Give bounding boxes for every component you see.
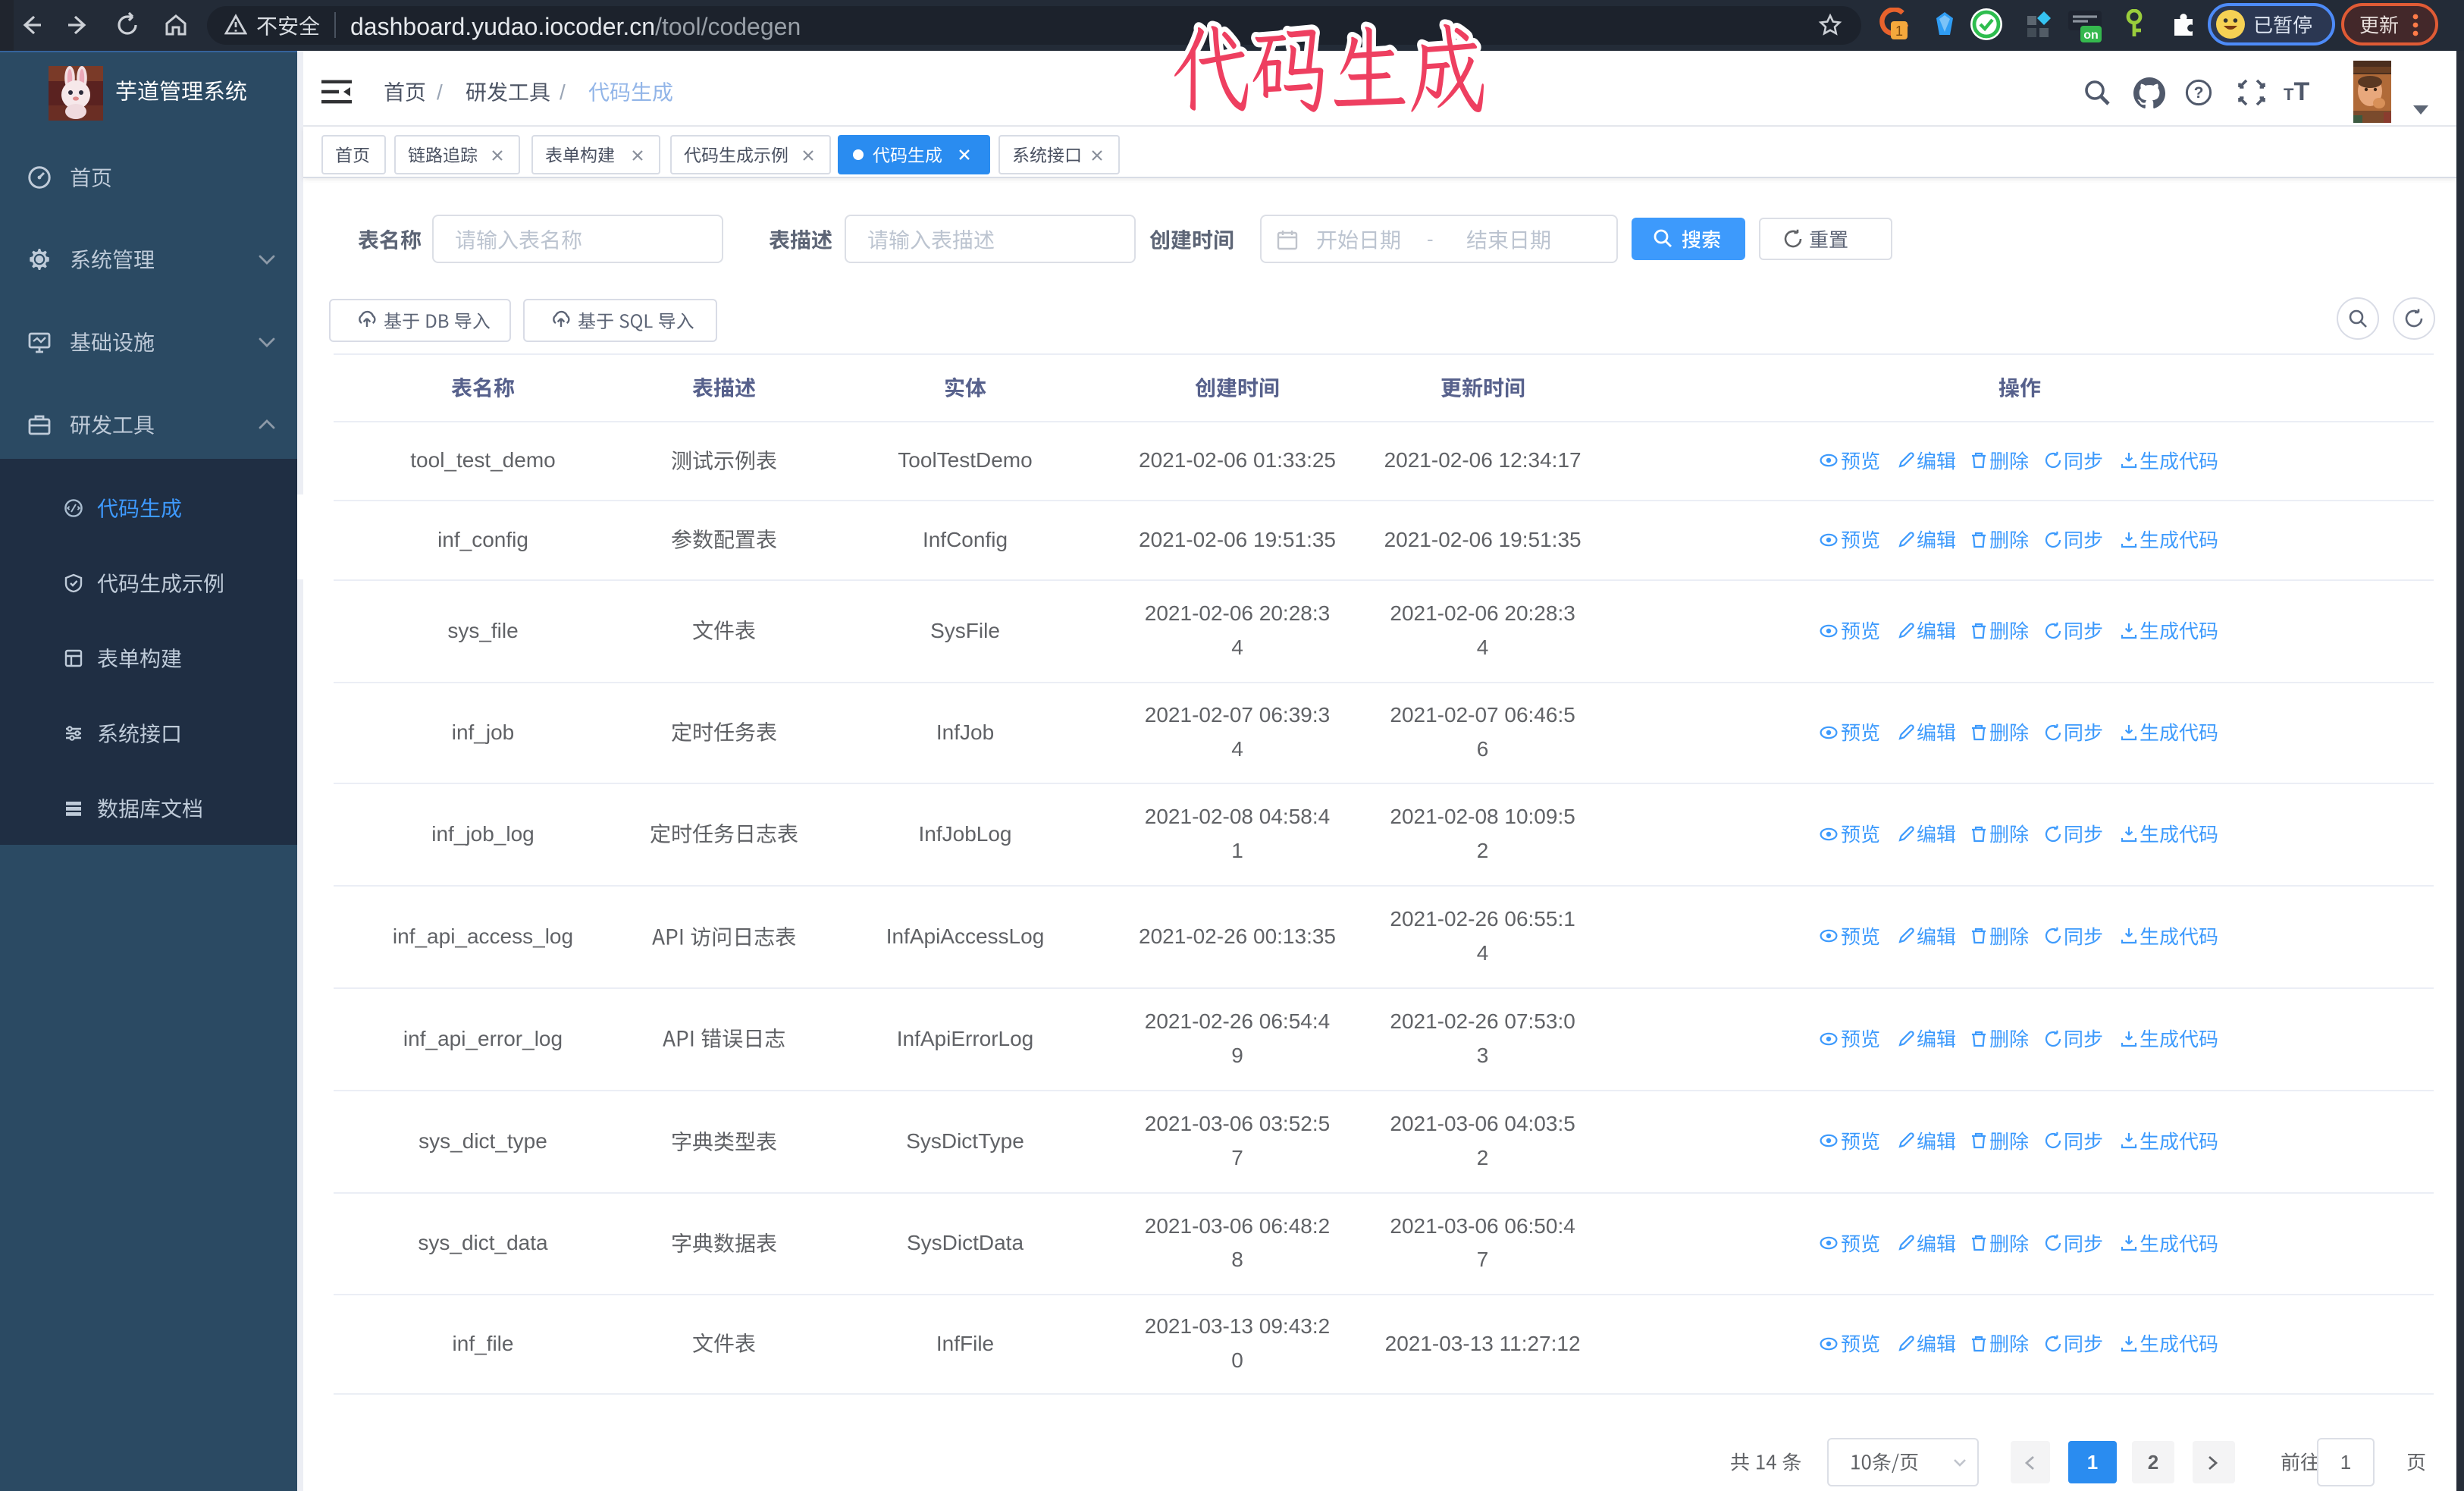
svg-text:1: 1 bbox=[1895, 24, 1903, 39]
svg-text:?: ? bbox=[2194, 84, 2204, 102]
svg-text:on: on bbox=[2083, 29, 2099, 42]
